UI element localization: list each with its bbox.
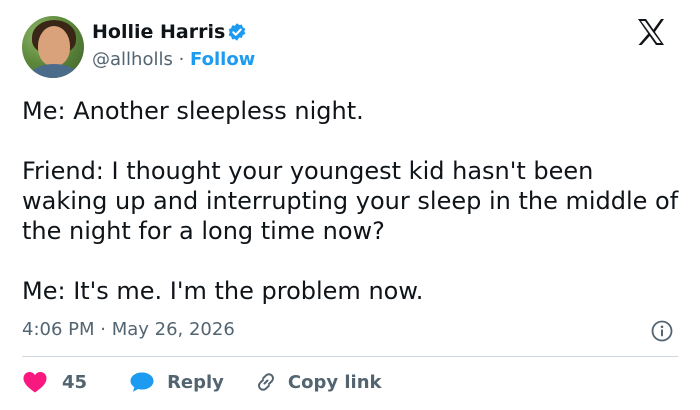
verified-badge-icon [228,23,246,41]
divider [22,356,678,357]
tweet-paragraph: Me: It's me. I'm the problem now. [22,277,424,305]
follow-button[interactable]: Follow [190,49,255,70]
link-icon [257,373,274,391]
info-icon[interactable] [651,320,673,342]
avatar-shirt [30,64,78,78]
tweet-paragraph: Friend: I thought your youngest kid hasn… [22,157,679,245]
copy-link-label: Copy link [287,371,382,393]
heart-icon [23,372,47,393]
tweet-body: Me: Another sleepless night. Friend: I t… [22,96,682,306]
author-handle-row: @allholls · Follow [92,48,255,72]
author-handle[interactable]: @allholls [92,49,173,70]
handle-separator: · [178,49,185,70]
tweet-paragraph: Me: Another sleepless night. [22,97,364,125]
x-logo-icon[interactable] [636,18,666,46]
reply-button[interactable]: Reply [129,371,224,393]
action-bar: 45 Reply Copy link [22,370,382,394]
author-avatar[interactable] [22,16,84,78]
tweet-timestamp[interactable]: 4:06 PM · May 26, 2026 [22,318,235,342]
avatar-face [38,26,70,66]
like-button[interactable]: 45 [22,370,87,394]
author-name[interactable]: Hollie Harris [92,20,225,44]
reply-label: Reply [167,371,224,393]
like-count: 45 [62,371,88,393]
reply-bubble-icon [130,372,154,392]
copy-link-button[interactable]: Copy link [254,370,382,394]
